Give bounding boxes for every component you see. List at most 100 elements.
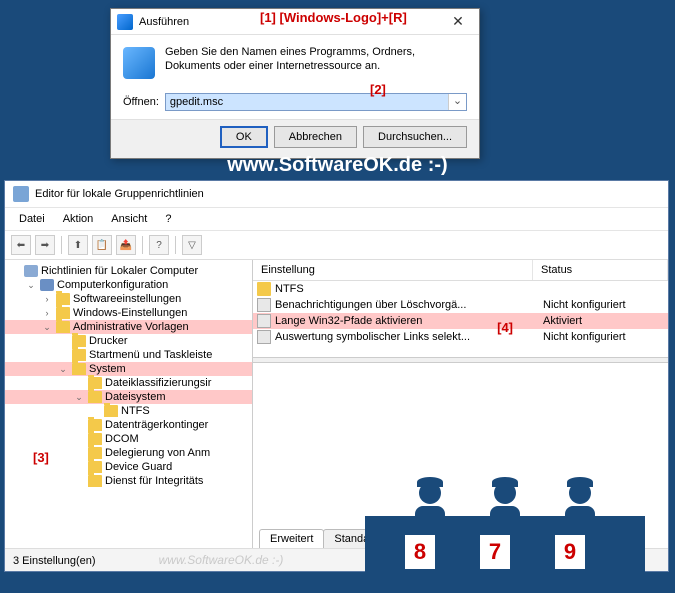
expand-icon[interactable]: ⌄: [57, 364, 69, 375]
tree-item[interactable]: Delegierung von Anm: [5, 446, 252, 460]
tree-item[interactable]: ›Softwareeinstellungen: [5, 292, 252, 306]
folder-icon: [56, 307, 70, 319]
list-row[interactable]: Lange Win32-Pfade aktivierenAktiviert: [253, 313, 668, 329]
run-description: Geben Sie den Namen eines Programms, Ord…: [165, 45, 467, 79]
tabs: Erweitert Standard: [253, 529, 395, 548]
help-icon[interactable]: ?: [149, 235, 169, 255]
folder-icon: [88, 377, 102, 389]
expand-icon[interactable]: ⌄: [25, 280, 37, 291]
expand-icon[interactable]: ›: [41, 308, 53, 318]
properties-icon[interactable]: 📋: [92, 235, 112, 255]
watermark-url: www.SoftwareOK.de :-): [0, 154, 675, 177]
tree-item[interactable]: Startmenü und Taskleiste: [5, 348, 252, 362]
up-icon[interactable]: ⬆: [68, 235, 88, 255]
run-icon: [117, 14, 133, 30]
setting-name: Auswertung symbolischer Links selekt...: [275, 331, 543, 343]
status-text: 3 Einstellung(en): [13, 555, 96, 567]
tree-label: Drucker: [89, 335, 128, 347]
tree-label: System: [89, 363, 126, 375]
chevron-down-icon[interactable]: ⌄: [448, 94, 466, 110]
setting-status: Aktiviert: [543, 315, 664, 327]
menu-view[interactable]: Ansicht: [103, 210, 155, 228]
ok-button[interactable]: OK: [220, 126, 268, 148]
setting-icon: [257, 298, 271, 312]
tree-item[interactable]: ›Windows-Einstellungen: [5, 306, 252, 320]
tree-item[interactable]: ⌄ Dateisystem: [5, 390, 252, 404]
tree-label: Startmenü und Taskleiste: [89, 349, 212, 361]
tree-pane[interactable]: Richtlinien für Lokaler Computer ⌄ Compute…: [5, 260, 253, 548]
tree-label: Administrative Vorlagen: [73, 321, 189, 333]
tree-item[interactable]: Richtlinien für Lokaler Computer: [5, 264, 252, 278]
tree-label: DCOM: [105, 433, 139, 445]
expand-icon[interactable]: ⌄: [73, 392, 85, 403]
preview-pane: Erweitert Standard: [253, 363, 668, 548]
run-titlebar[interactable]: Ausführen ✕: [111, 9, 479, 35]
folder-icon: [72, 349, 86, 361]
list-header: Einstellung Status: [253, 260, 668, 281]
forward-icon[interactable]: ➡: [35, 235, 55, 255]
tree-item[interactable]: Dienst für Integritäts: [5, 474, 252, 488]
back-icon[interactable]: ⬅: [11, 235, 31, 255]
tree-item[interactable]: Dateiklassifizierungsir: [5, 376, 252, 390]
browse-button[interactable]: Durchsuchen...: [363, 126, 467, 148]
folder-icon: [257, 282, 271, 296]
watermark: www.SoftwareOK.de :-): [159, 553, 284, 567]
tree-label: Delegierung von Anm: [105, 447, 210, 459]
setting-status: Nicht konfiguriert: [543, 299, 664, 311]
tree-item[interactable]: Device Guard: [5, 460, 252, 474]
tab-extended[interactable]: Erweitert: [259, 529, 324, 548]
tree-item[interactable]: DCOM: [5, 432, 252, 446]
folder-icon: [72, 363, 86, 375]
menu-file[interactable]: Datei: [11, 210, 53, 228]
list-row[interactable]: NTFS: [253, 281, 668, 297]
tree-label: Richtlinien für Lokaler Computer: [41, 265, 198, 277]
gpedit-titlebar[interactable]: Editor für lokale Gruppenrichtlinien: [5, 181, 668, 208]
tree-item[interactable]: NTFS: [5, 404, 252, 418]
export-icon[interactable]: 📤: [116, 235, 136, 255]
list-row[interactable]: Benachrichtigungen über Löschvorgä...Nic…: [253, 297, 668, 313]
expand-icon[interactable]: ›: [41, 294, 53, 304]
folder-icon: [72, 335, 86, 347]
folder-icon: [88, 447, 102, 459]
list-row[interactable]: Auswertung symbolischer Links selekt...N…: [253, 329, 668, 345]
column-status[interactable]: Status: [533, 260, 668, 280]
folder-icon: [88, 461, 102, 473]
setting-icon: [257, 330, 271, 344]
tree-label: Device Guard: [105, 461, 172, 473]
open-input[interactable]: [166, 94, 448, 110]
tree-label: Datenträgerkontinger: [105, 419, 208, 431]
column-setting[interactable]: Einstellung: [253, 260, 533, 280]
tree-item[interactable]: ⌄ System: [5, 362, 252, 376]
gpedit-window: Editor für lokale Gruppenrichtlinien Dat…: [4, 180, 669, 572]
menu-action[interactable]: Aktion: [55, 210, 102, 228]
root-icon: [24, 265, 38, 277]
close-icon[interactable]: ✕: [443, 13, 473, 30]
tab-standard[interactable]: Standard: [323, 529, 390, 548]
open-label: Öffnen:: [123, 96, 159, 108]
expand-icon[interactable]: ⌄: [41, 322, 53, 333]
tree-label: Dateisystem: [105, 391, 166, 403]
tree-item[interactable]: ⌄ Administrative Vorlagen: [5, 320, 252, 334]
run-dialog: Ausführen ✕ Geben Sie den Namen eines Pr…: [110, 8, 480, 159]
tree-item[interactable]: Datenträgerkontinger: [5, 418, 252, 432]
menu-bar: Datei Aktion Ansicht ?: [5, 208, 668, 231]
tree-label: Dienst für Integritäts: [105, 475, 203, 487]
tree-item[interactable]: Drucker: [5, 334, 252, 348]
run-app-icon: [123, 47, 155, 79]
menu-help[interactable]: ?: [157, 210, 179, 228]
open-combo[interactable]: ⌄: [165, 93, 467, 111]
setting-name: Lange Win32-Pfade aktivieren: [275, 315, 543, 327]
folder-icon: [88, 433, 102, 445]
toolbar: ⬅ ➡ ⬆ 📋 📤 ? ▽: [5, 231, 668, 260]
setting-icon: [257, 314, 271, 328]
tree-label: Computerkonfiguration: [57, 279, 168, 291]
folder-icon: [56, 321, 70, 333]
tree-item[interactable]: ⌄ Computerkonfiguration: [5, 278, 252, 292]
filter-icon[interactable]: ▽: [182, 235, 202, 255]
cancel-button[interactable]: Abbrechen: [274, 126, 357, 148]
folder-icon: [56, 293, 70, 305]
setting-name: NTFS: [275, 283, 543, 295]
folder-icon: [88, 419, 102, 431]
list-body[interactable]: NTFS Benachrichtigungen über Löschvorgä..…: [253, 281, 668, 345]
tree-label: NTFS: [121, 405, 150, 417]
